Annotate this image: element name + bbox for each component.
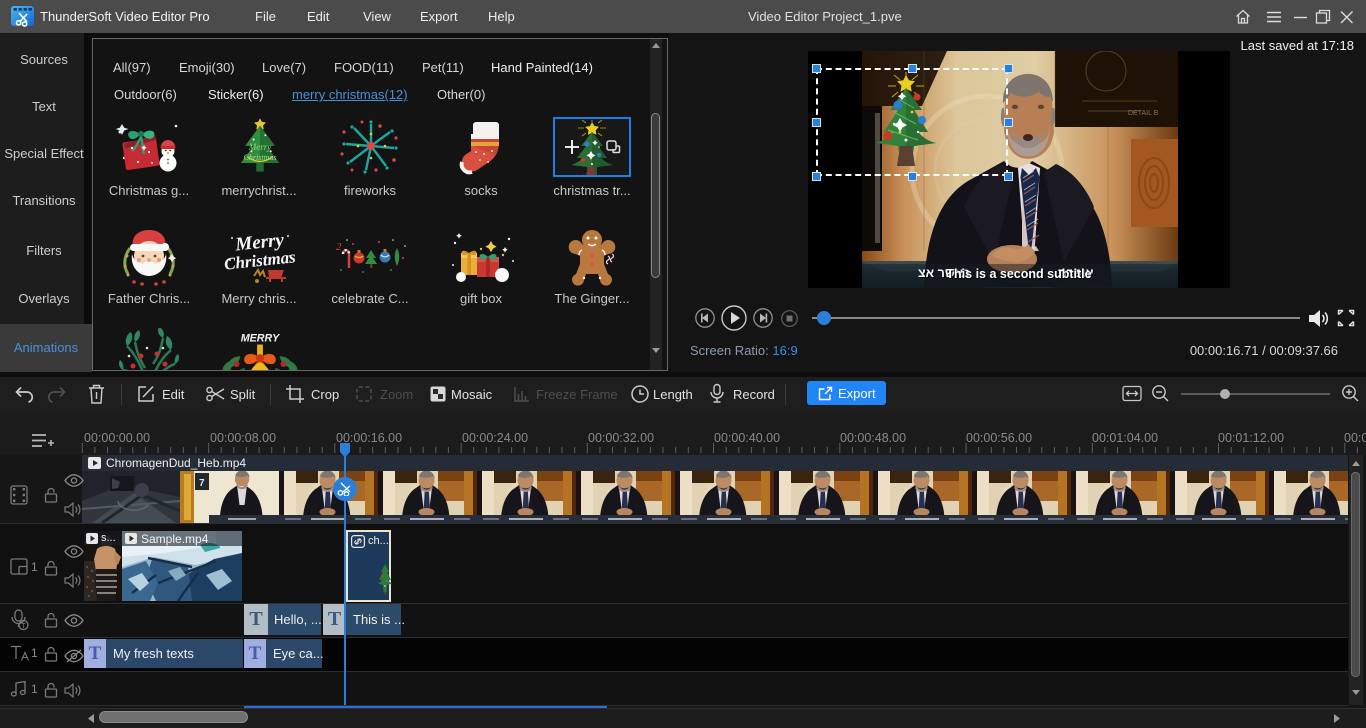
- svg-text:Christmas: Christmas: [244, 153, 277, 162]
- svg-text:This is a second subtitle: This is a second subtitle: [946, 267, 1091, 281]
- svg-text:MERRY: MERRY: [241, 332, 280, 344]
- svg-text:7: 7: [199, 478, 205, 489]
- svg-text:2: 2: [336, 241, 342, 253]
- svg-text:DETAIL B: DETAIL B: [1128, 110, 1159, 117]
- svg-text:Christmas: Christmas: [224, 247, 296, 273]
- svg-text:T: T: [22, 623, 27, 630]
